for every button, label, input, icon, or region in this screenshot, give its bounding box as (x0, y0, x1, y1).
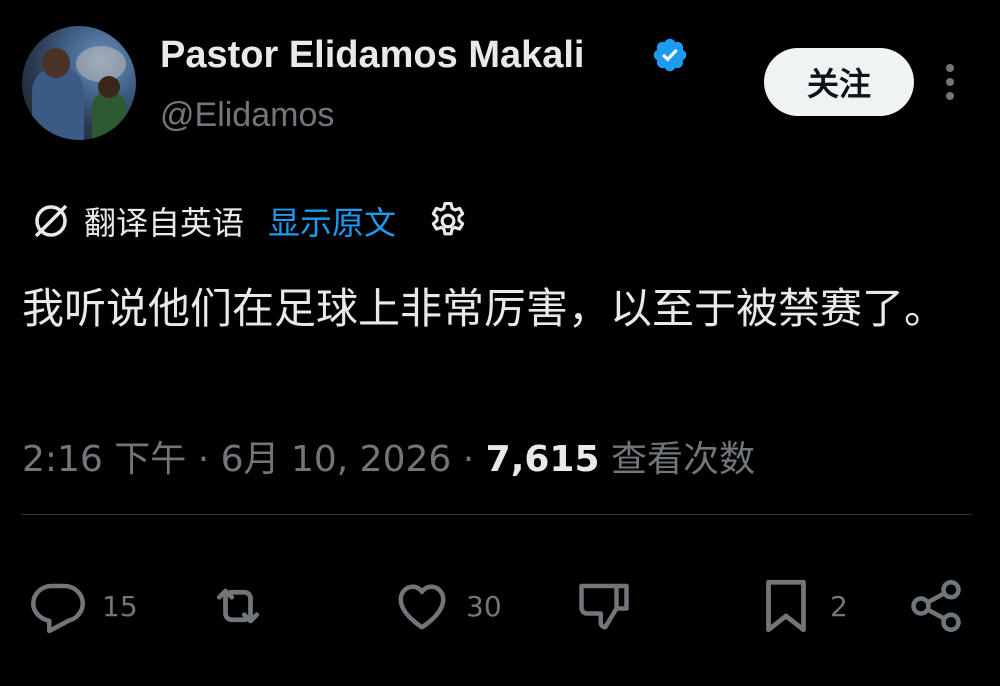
like-button[interactable]: 30 (392, 576, 502, 636)
reply-count: 15 (102, 589, 138, 623)
bookmark-button[interactable]: 2 (756, 576, 848, 636)
translation-row: 翻译自英语 显示原文 (28, 196, 470, 246)
meta-separator: · (186, 439, 221, 480)
view-count[interactable]: 7,615 (486, 439, 600, 480)
avatar-background (76, 46, 126, 82)
translate-icon (34, 204, 68, 238)
gear-icon[interactable] (426, 199, 470, 243)
retweet-icon (216, 588, 260, 624)
verified-badge-icon (653, 38, 687, 72)
avatar[interactable] (22, 26, 136, 140)
bookmark-count: 2 (830, 589, 848, 623)
translated-from-label: 翻译自英语 (84, 204, 245, 242)
retweet-button[interactable] (208, 576, 268, 636)
reply-icon (31, 583, 85, 634)
user-handle[interactable]: @Elidamos (160, 96, 334, 135)
view-count-label: 查看次数 (599, 439, 755, 480)
tweet-text: 我听说他们在足球上非常厉害，以至于被禁赛了。 (22, 284, 947, 333)
avatar-figure-2-head (98, 76, 120, 98)
more-options-icon[interactable] (935, 60, 965, 104)
meta-separator: · (451, 439, 486, 480)
bookmark-icon (766, 579, 806, 633)
divider (22, 514, 972, 515)
heart-icon (398, 584, 446, 630)
tweet-meta: 2:16 下午 · 6月 10, 2026 · 7,615 查看次数 (22, 430, 755, 482)
thumbs-down-icon (579, 583, 629, 630)
share-button[interactable] (906, 576, 966, 636)
reply-button[interactable]: 15 (28, 576, 138, 636)
tweet-date[interactable]: 6月 10, 2026 (221, 439, 452, 480)
avatar-figure-2 (92, 92, 126, 140)
follow-button[interactable]: 关注 (764, 48, 914, 116)
display-name[interactable]: Pastor Elidamos Makali (160, 34, 585, 77)
like-count: 30 (466, 589, 502, 623)
tweet-time[interactable]: 2:16 下午 (22, 439, 186, 480)
share-icon (911, 580, 961, 632)
show-original-link[interactable]: 显示原文 (268, 198, 396, 244)
dislike-button[interactable] (574, 576, 634, 636)
avatar-figure-head (42, 48, 70, 78)
